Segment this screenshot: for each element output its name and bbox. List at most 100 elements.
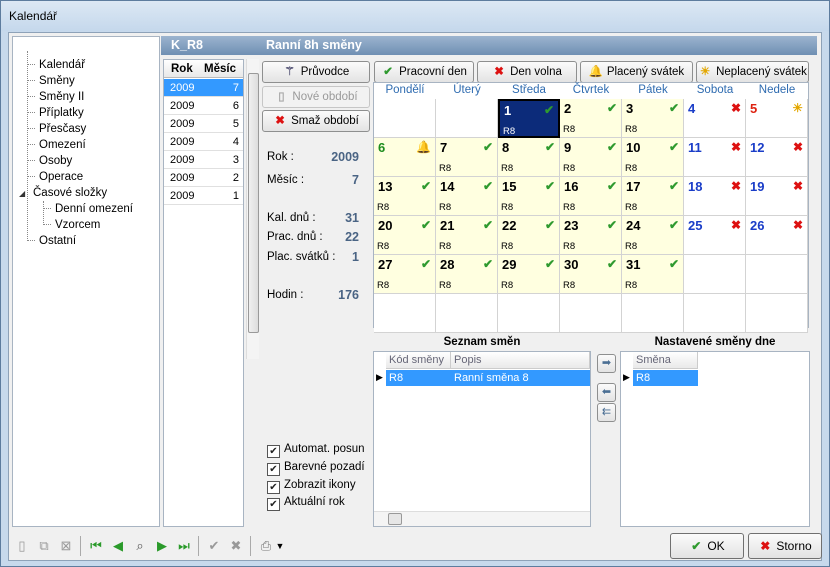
colored-background-checkbox[interactable]: ✔ Barevné pozadí xyxy=(267,459,365,476)
calendar-day-cell[interactable]: 29 ✔ R8 xyxy=(498,255,560,294)
tree-item-priplatky[interactable]: Příplatky xyxy=(27,105,84,121)
calendar-day-cell[interactable]: 7 ✔ R8 xyxy=(436,138,498,177)
tree-item-kalendar[interactable]: Kalendář xyxy=(27,57,85,73)
auto-shift-checkbox[interactable]: ✔ Automat. posun xyxy=(267,441,365,458)
copy-record-icon[interactable]: ⧉ xyxy=(34,536,54,556)
day-shift-row[interactable]: R8 xyxy=(633,370,698,386)
period-row[interactable]: 2009 3 xyxy=(164,151,243,169)
calendar-day-cell[interactable]: 23 ✔ R8 xyxy=(560,216,622,255)
tree-item-smeny-ii[interactable]: Směny II xyxy=(27,89,84,105)
wizard-button[interactable]: ⚚ Průvodce xyxy=(262,61,370,83)
find-icon[interactable]: ⌕ xyxy=(130,536,150,556)
tree-item-denni-omezeni[interactable]: Denní omezení xyxy=(43,201,133,217)
last-record-icon[interactable]: ⏭ xyxy=(174,536,194,556)
calendar-day-cell[interactable]: 4 ✖ xyxy=(684,99,746,138)
cancel-button[interactable]: ✖ Storno xyxy=(748,533,822,559)
calendar-day-cell[interactable]: 22 ✔ R8 xyxy=(498,216,560,255)
day-number: 7 xyxy=(440,140,448,155)
delete-record-icon[interactable]: ⊠ xyxy=(56,536,76,556)
calendar-day-cell[interactable]: 25 ✖ xyxy=(684,216,746,255)
ok-button[interactable]: ✔ OK xyxy=(670,533,744,559)
tree-item-operace[interactable]: Operace xyxy=(27,169,83,185)
period-row[interactable]: 2009 5 xyxy=(164,115,243,133)
day-shift-code: R8 xyxy=(439,202,452,213)
calendar-day-cell[interactable]: 13 ✔ R8 xyxy=(374,177,436,216)
period-row[interactable]: 2009 2 xyxy=(164,169,243,187)
remove-shift-icon[interactable]: ⬅ xyxy=(597,383,616,402)
show-icons-checkbox[interactable]: ✔ Zobrazit ikony xyxy=(267,477,356,494)
day-shift-code: R8 xyxy=(563,124,576,135)
check-icon: ✔ xyxy=(383,66,393,78)
paid-holiday-button[interactable]: 🔔 Placený svátek xyxy=(580,61,693,83)
calendar-day-cell[interactable]: 1 ✔ R8 xyxy=(498,99,560,138)
cancel-icon[interactable]: ✖ xyxy=(226,536,246,556)
work-day-button[interactable]: ✔ Pracovní den xyxy=(374,61,474,83)
calendar-day-cell[interactable]: 24 ✔ R8 xyxy=(622,216,684,255)
period-row[interactable]: 2009 6 xyxy=(164,97,243,115)
day-shift-code: R8 xyxy=(625,124,638,135)
first-record-icon[interactable]: ⏮ xyxy=(86,536,106,556)
calendar-day-cell[interactable]: 18 ✖ xyxy=(684,177,746,216)
calendar-day-cell[interactable]: 9 ✔ R8 xyxy=(560,138,622,177)
new-record-icon[interactable]: ▯ xyxy=(12,536,32,556)
print-icon[interactable]: ⎙ xyxy=(256,536,276,556)
period-row[interactable]: 2009 1 xyxy=(164,187,243,205)
tree-item-osoby[interactable]: Osoby xyxy=(27,153,72,169)
calendar-empty-cell xyxy=(684,255,746,294)
period-grid: Rok Měsíc 2009 7 2009 6 2009 5 2009 4 2009 3 … xyxy=(163,59,244,527)
calendar-day-cell[interactable]: 8 ✔ R8 xyxy=(498,138,560,177)
day-number: 12 xyxy=(750,140,765,155)
shift-row-code[interactable]: R8 xyxy=(386,370,451,386)
calendar-day-cell[interactable]: 21 ✔ R8 xyxy=(436,216,498,255)
day-off-button[interactable]: ✖ Den volna xyxy=(477,61,577,83)
scroll-thumb[interactable] xyxy=(388,513,402,525)
period-scrollbar[interactable] xyxy=(246,59,259,359)
calendar-day-cell[interactable]: 14 ✔ R8 xyxy=(436,177,498,216)
calendar-day-cell[interactable]: 12 ✖ xyxy=(746,138,808,177)
calendar-day-cell[interactable]: 31 ✔ R8 xyxy=(622,255,684,294)
unpaid-holiday-button[interactable]: ☀ Neplacený svátek xyxy=(696,61,809,83)
tree-item-prescasy[interactable]: Přesčasy xyxy=(27,121,86,137)
calendar-day-cell[interactable]: 16 ✔ R8 xyxy=(560,177,622,216)
add-shift-icon[interactable]: ➡ xyxy=(597,354,616,373)
shift-row-description[interactable]: Ranní směna 8 xyxy=(451,370,590,386)
calendar-day-cell[interactable]: 10 ✔ R8 xyxy=(622,138,684,177)
shift-list-hscroll[interactable] xyxy=(374,511,590,526)
day-number: 3 xyxy=(626,101,634,116)
current-year-checkbox[interactable]: ✔ Aktuální rok xyxy=(267,494,345,511)
new-period-button[interactable]: ▯ Nové období xyxy=(262,86,370,108)
calendar-day-cell[interactable]: 15 ✔ R8 xyxy=(498,177,560,216)
calendar-day-cell[interactable]: 30 ✔ R8 xyxy=(560,255,622,294)
day-number: 2 xyxy=(564,101,572,116)
weekday-thursday: Čtvrtek xyxy=(572,84,610,96)
calendar-day-cell[interactable]: 3 ✔ R8 xyxy=(622,99,684,138)
calendar-day-cell[interactable]: 27 ✔ R8 xyxy=(374,255,436,294)
check-icon: ✔ xyxy=(668,257,679,271)
calendar-day-cell[interactable]: 28 ✔ R8 xyxy=(436,255,498,294)
tree-item-smeny[interactable]: Směny xyxy=(27,73,75,89)
calendar-day-cell[interactable]: 19 ✖ xyxy=(746,177,808,216)
calendar-day-cell[interactable]: 2 ✔ R8 xyxy=(560,99,622,138)
remove-all-shifts-icon[interactable]: ⇇ xyxy=(597,403,616,422)
calendar-day-cell[interactable]: 26 ✖ xyxy=(746,216,808,255)
calendar-day-cell[interactable]: 6 🔔 xyxy=(374,138,436,177)
calendar-day-cell[interactable]: 5 ☀ xyxy=(746,99,808,138)
period-row[interactable]: 2009 4 xyxy=(164,133,243,151)
next-record-icon[interactable]: ▶ xyxy=(152,536,172,556)
calendar-day-cell[interactable]: 11 ✖ xyxy=(684,138,746,177)
cross-icon: ✖ xyxy=(730,101,741,115)
calendar-day-cell[interactable]: 20 ✔ R8 xyxy=(374,216,436,255)
chevron-down-icon[interactable]: ▼ xyxy=(274,536,286,556)
calendar-day-cell[interactable]: 17 ✔ R8 xyxy=(622,177,684,216)
stat-cal-days-value: 31 xyxy=(345,211,359,225)
scroll-thumb[interactable] xyxy=(248,73,259,333)
tree-item-ostatni[interactable]: Ostatní xyxy=(27,233,76,249)
previous-record-icon[interactable]: ◀ xyxy=(108,536,128,556)
tree-item-casove-slozky[interactable]: Časové složky xyxy=(33,185,107,201)
tree-item-vzorcem[interactable]: Vzorcem xyxy=(43,217,100,233)
tree-item-omezeni[interactable]: Omezení xyxy=(27,137,86,153)
delete-period-button[interactable]: ✖ Smaž období xyxy=(262,110,370,132)
collapse-icon[interactable]: ◢ xyxy=(19,189,25,198)
period-row[interactable]: 2009 7 xyxy=(164,79,243,97)
confirm-icon[interactable]: ✔ xyxy=(204,536,224,556)
